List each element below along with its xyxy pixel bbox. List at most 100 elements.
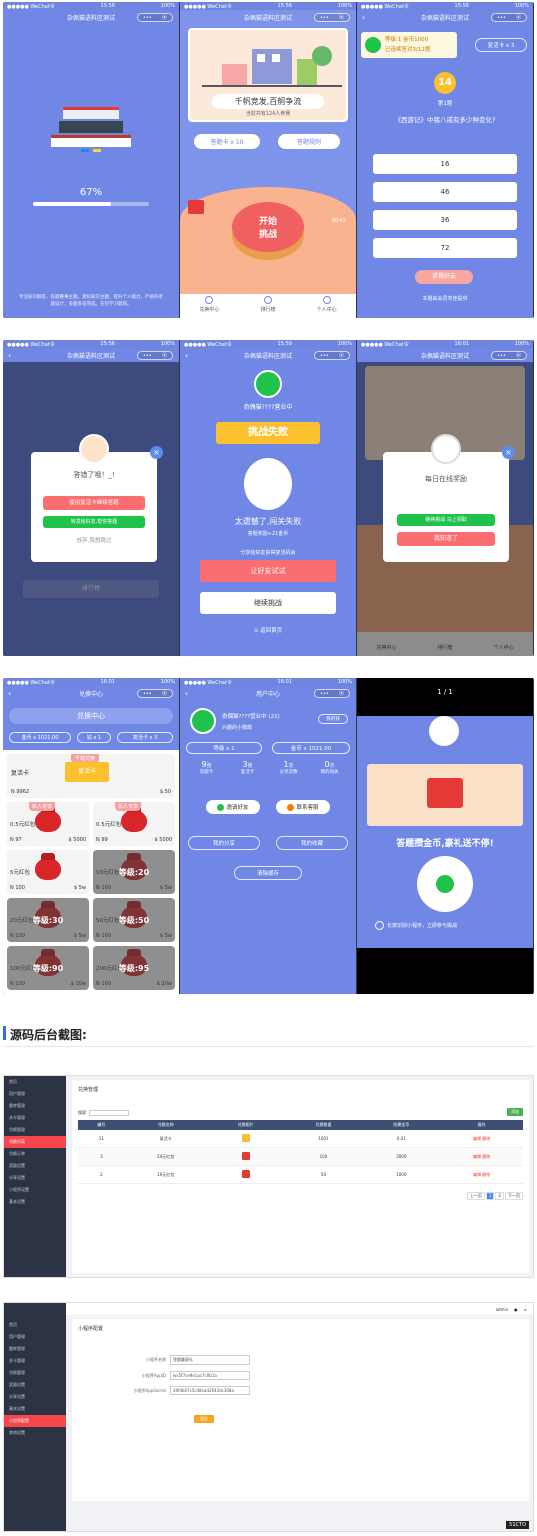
menu-item[interactable]: 关卡管理 [4,1355,66,1367]
user-icon[interactable]: ● [514,1307,518,1312]
service-button[interactable]: 联系客服 [276,800,330,814]
menu-item[interactable]: 基本设置 [4,1196,66,1208]
capsule-menu[interactable]: ••• ⦿ [491,13,527,22]
clear-cache-button[interactable]: 清除缓存 [234,866,302,880]
page-link[interactable]: 上一页 [466,1192,485,1200]
quit-link[interactable]: 放弃,我想跳过 [31,536,157,544]
page-link[interactable]: 1 [485,1192,495,1200]
close-icon[interactable]: ⦿ [339,14,344,21]
take-reward-button[interactable]: 继续挑战 马上领取 [397,514,495,526]
more-icon[interactable]: ••• [143,691,152,697]
exchange-item[interactable]: 50元红包N 100$ 5w等级:50 [93,898,175,942]
menu-item[interactable]: 基本设置 [4,1403,66,1415]
field-input[interactable]: 答题赢豪礼 [170,1355,250,1365]
menu-item[interactable]: 题库管理 [4,1343,66,1355]
back-icon[interactable]: ‹ [362,13,365,22]
close-icon[interactable]: ⦿ [162,690,167,697]
table-cell[interactable]: 编辑 删除 [440,1130,523,1148]
more-icon[interactable]: ••• [143,15,152,21]
menu-item[interactable]: 用户管理 [4,1088,66,1100]
menu-item[interactable]: 首页 [4,1076,66,1088]
start-button[interactable]: 开始 挑战 [232,202,304,252]
capsule-menu[interactable]: ••• ⦿ [314,351,350,360]
more-icon[interactable]: ••• [497,353,506,359]
option-1[interactable]: 16 [373,154,517,174]
add-button[interactable]: 添加 [507,1108,523,1116]
close-dialog-icon[interactable]: × [502,446,515,459]
more-icon[interactable]: ••• [320,15,329,21]
help-button[interactable]: 求救好友 [415,270,473,284]
menu-item[interactable]: 小程序设置 [4,1184,66,1196]
use-revive-button[interactable]: 使用复活卡继续答题 [43,496,145,510]
capsule-menu[interactable]: ••• ⦿ [314,13,350,22]
got-it-button[interactable]: 我知道了 [397,532,495,546]
close-icon[interactable]: ⦿ [339,352,344,359]
close-dialog-icon[interactable]: × [150,446,163,459]
share-help-button[interactable]: 转发给好友,帮你答题 [43,516,145,528]
exchange-item[interactable]: 新人专享 0.5元红包 N 99 $ 5000 [93,802,175,846]
tab-profile[interactable]: 个人中心 [297,294,356,318]
close-icon[interactable]: ⦿ [162,14,167,21]
capsule-menu[interactable]: ••• ⦿ [137,351,173,360]
menu-item[interactable]: 题库管理 [4,1100,66,1112]
search-input[interactable] [89,1110,130,1116]
exchange-item[interactable]: 5元红包 N 100 $ 5w [7,850,89,894]
table-cell[interactable]: 编辑 删除 [440,1147,523,1166]
exchange-item[interactable]: 200元红包N 100$ 20w等级:95 [93,946,175,990]
back-icon[interactable]: ‹ [185,689,188,698]
hot-item[interactable]: 千载兑换 复活卡 复活卡 N 9962 $.50 [7,754,175,798]
menu-item[interactable]: 首页 [4,1319,66,1331]
capsule-menu[interactable]: ••• ⦿ [137,13,173,22]
option-2[interactable]: 46 [373,182,517,202]
tab-exchange[interactable]: 兑换中心 [180,294,239,318]
menu-item[interactable]: 分享设置 [4,1391,66,1403]
menu-item[interactable]: 其他设置 [4,1427,66,1439]
close-icon[interactable]: ⦿ [516,352,521,359]
close-icon[interactable]: ⦿ [162,352,167,359]
more-icon[interactable]: ••• [143,353,152,359]
save-button[interactable]: 保存 [194,1415,214,1423]
back-icon[interactable]: ‹ [8,689,11,698]
my-share-button[interactable]: 我的分享 [188,836,260,850]
page-link[interactable]: 2 [495,1192,504,1200]
menu-item[interactable]: 兑换管理 [4,1124,66,1136]
my-favorites-button[interactable]: 我的收藏 [276,836,348,850]
exchange-item[interactable]: 10元红包N 100$ 5w等级:20 [93,850,175,894]
tab-rank[interactable]: 排行榜 [239,294,298,318]
capsule-menu[interactable]: ••• ⦿ [491,351,527,360]
menu-item[interactable]: 分享设置 [4,1172,66,1184]
continue-button[interactable]: 继续挑战 [200,592,336,614]
exchange-item[interactable]: 新人专享 0.5元红包 N 97 $ 5000 [7,802,89,846]
home-link[interactable]: ⊙ 返回首页 [180,626,356,634]
ask-friend-button[interactable]: 让好友试试 [200,560,336,582]
signin-button[interactable]: 我的钱 [318,714,348,724]
more-icon[interactable]: ••• [497,15,506,21]
option-4[interactable]: 72 [373,238,517,258]
close-icon[interactable]: ⦿ [339,690,344,697]
page-link[interactable]: 下一页 [505,1192,523,1200]
more-icon[interactable]: ••• [320,691,329,697]
table-cell[interactable]: 编辑 删除 [440,1165,523,1184]
field-input[interactable]: wx5f7ce9e1ac7c0b1a [170,1371,250,1380]
exchange-item[interactable]: 20元红包N 100$ 5w等级:30 [7,898,89,942]
menu-icon[interactable]: ≡ [524,1307,527,1312]
menu-item[interactable]: 兑换管理 [4,1367,66,1379]
more-icon[interactable]: ••• [320,353,329,359]
field-input[interactable]: 29f4b07c5c48cad2643dc308a [170,1386,250,1395]
back-icon[interactable]: ‹ [185,351,188,360]
menu-item[interactable]: 奖励设置 [4,1160,66,1172]
exchange-item[interactable]: 100元红包N 100$ 10w等级:90 [7,946,89,990]
close-icon[interactable]: ⦿ [516,14,521,21]
menu-item[interactable]: 用户管理 [4,1331,66,1343]
card-count-button[interactable]: 答题卡 x 10 [194,134,260,149]
menu-item[interactable]: 小程序配置 [4,1415,66,1427]
menu-item[interactable]: 兑换订单 [4,1148,66,1160]
menu-item[interactable]: 奖励设置 [4,1379,66,1391]
option-3[interactable]: 36 [373,210,517,230]
capsule-menu[interactable]: ••• ⦿ [137,689,173,698]
capsule-menu[interactable]: ••• ⦿ [314,689,350,698]
menu-item[interactable]: 关卡管理 [4,1112,66,1124]
rules-button[interactable]: 答题规则 [278,134,340,149]
back-icon[interactable]: ‹ [8,351,11,360]
menu-item[interactable]: 兑换列表 [4,1136,66,1148]
